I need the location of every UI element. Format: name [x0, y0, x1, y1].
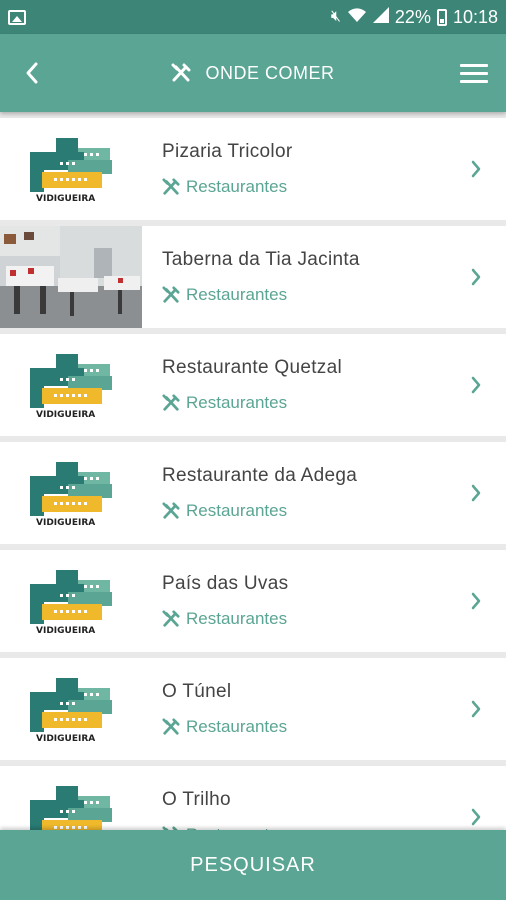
menu-button[interactable]: [442, 34, 506, 112]
page-title-wrap: ONDE COMER: [64, 63, 442, 84]
item-text: Restaurante da Adega Restaurantes: [142, 465, 446, 521]
item-category: Restaurantes: [162, 501, 446, 521]
item-category-label: Restaurantes: [186, 285, 288, 304]
item-thumbnail: VIDIGUEIRA: [0, 334, 142, 436]
item-text: O TrilhoRestaurantes: [142, 789, 446, 830]
item-text: O Túnel Restaurantes: [142, 681, 446, 737]
cutlery-icon: [162, 394, 180, 411]
item-name: Pizaria Tricolor: [162, 141, 293, 162]
list-item[interactable]: VIDIGUEIRA O Túnel Restaurantes: [0, 658, 506, 760]
logo-text: VIDIGUEIRA: [36, 626, 95, 636]
cutlery-icon: [162, 610, 180, 627]
item-text: Pizaria Tricolor Restaurantes: [142, 141, 446, 197]
logo-text: VIDIGUEIRA: [36, 734, 95, 744]
clock: 10:18: [452, 6, 498, 27]
list-item[interactable]: VIDIGUEIRA Restaurante da Adega Restauran…: [0, 442, 506, 544]
search-button[interactable]: PESQUISAR: [0, 830, 506, 900]
item-category-label: Restaurantes: [186, 393, 288, 412]
cutlery-icon: [162, 286, 180, 303]
item-thumbnail: VIDIGUEIRA: [0, 766, 142, 830]
cutlery-icon: [162, 178, 180, 195]
list-item[interactable]: VIDIGUEIRA O TrilhoRestaurantes: [0, 766, 506, 830]
item-name: Restaurante da Adega: [162, 465, 358, 486]
item-text: Restaurante Quetzal Restaurantes: [142, 357, 446, 413]
chevron-left-icon: [26, 62, 38, 84]
vidigueira-logo: VIDIGUEIRA: [30, 570, 112, 636]
vidigueira-logo: VIDIGUEIRA: [30, 678, 112, 744]
item-name: O Trilho: [162, 789, 231, 810]
status-bar: 🔇︎ 22% 10:18: [0, 0, 506, 34]
battery-percentage: 22%: [394, 6, 431, 27]
signal-icon: [372, 7, 389, 27]
vidigueira-logo: VIDIGUEIRA: [30, 138, 112, 204]
restaurant-list: VIDIGUEIRA Pizaria Tricolor Restaurantes …: [0, 112, 506, 830]
list-item[interactable]: Taberna da Tia Jacinta Restaurantes: [0, 226, 506, 328]
cutlery-icon: [162, 718, 180, 735]
list-item[interactable]: VIDIGUEIRA País das Uvas Restaurantes: [0, 550, 506, 652]
logo-text: VIDIGUEIRA: [36, 518, 95, 528]
cutlery-icon: [162, 502, 180, 519]
item-category: Restaurantes: [162, 177, 446, 197]
item-category: Restaurantes: [162, 717, 446, 737]
battery-icon: [436, 8, 447, 26]
item-thumbnail: [0, 226, 142, 328]
list-item[interactable]: VIDIGUEIRA Pizaria Tricolor Restaurantes: [0, 118, 506, 220]
item-text: País das Uvas Restaurantes: [142, 573, 446, 629]
app-bar: ONDE COMER: [0, 34, 506, 112]
item-category: Restaurantes: [162, 609, 446, 629]
chevron-right-icon: [446, 591, 506, 611]
item-name: O Túnel: [162, 681, 232, 702]
chevron-right-icon: [446, 483, 506, 503]
gallery-notification-icon: [8, 9, 26, 25]
item-category: Restaurantes: [162, 393, 446, 413]
hamburger-menu-icon: [460, 59, 488, 88]
item-category-label: Restaurantes: [186, 501, 288, 520]
list-item[interactable]: VIDIGUEIRA Restaurante Quetzal Restaurant…: [0, 334, 506, 436]
chevron-right-icon: [446, 159, 506, 179]
chevron-right-icon: [446, 267, 506, 287]
chevron-right-icon: [446, 375, 506, 395]
back-button[interactable]: [0, 34, 64, 112]
logo-text: VIDIGUEIRA: [36, 194, 95, 204]
item-thumbnail: VIDIGUEIRA: [0, 442, 142, 544]
wifi-icon: [347, 7, 367, 27]
vidigueira-logo: VIDIGUEIRA: [30, 786, 112, 830]
chevron-right-icon: [446, 699, 506, 719]
chevron-right-icon: [446, 807, 506, 827]
vidigueira-logo: VIDIGUEIRA: [30, 354, 112, 420]
vidigueira-logo: VIDIGUEIRA: [30, 462, 112, 528]
item-thumbnail: VIDIGUEIRA: [0, 550, 142, 652]
item-category-label: Restaurantes: [186, 609, 288, 628]
cutlery-icon: [171, 63, 191, 82]
item-name: Taberna da Tia Jacinta: [162, 249, 360, 270]
item-name: País das Uvas: [162, 573, 289, 594]
page-title: ONDE COMER: [205, 62, 335, 83]
mute-icon: 🔇︎: [330, 8, 341, 25]
item-text: Taberna da Tia Jacinta Restaurantes: [142, 249, 446, 305]
item-category-label: Restaurantes: [186, 177, 288, 196]
item-name: Restaurante Quetzal: [162, 357, 342, 378]
logo-text: VIDIGUEIRA: [36, 410, 95, 420]
item-category-label: Restaurantes: [186, 717, 288, 736]
restaurant-photo: [0, 226, 142, 328]
item-category: Restaurantes: [162, 285, 446, 305]
item-thumbnail: VIDIGUEIRA: [0, 658, 142, 760]
item-thumbnail: VIDIGUEIRA: [0, 118, 142, 220]
